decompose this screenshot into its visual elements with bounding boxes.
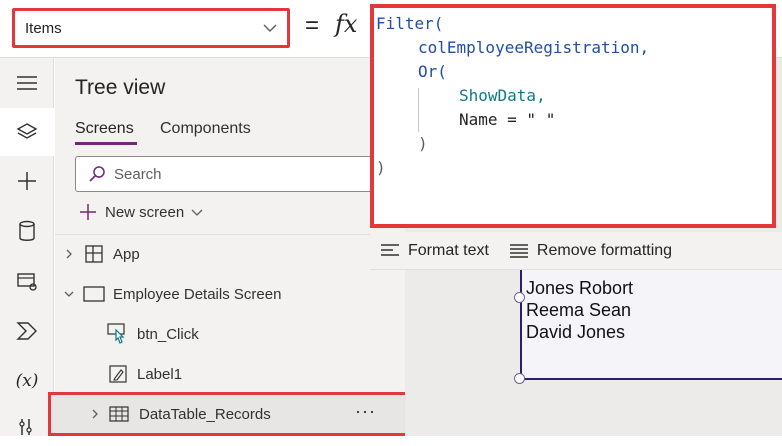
tree-item-label: DataTable_Records (139, 405, 271, 423)
property-dropdown[interactable]: Items (12, 8, 290, 48)
button-control-icon (107, 323, 129, 345)
formula-editor[interactable]: Filter( colEmployeeRegistration, Or( Sho… (370, 4, 776, 228)
active-tab-indicator (75, 142, 137, 145)
tree-item-btn-click[interactable]: btn_Click (55, 315, 405, 353)
data-database-icon[interactable] (8, 212, 46, 250)
app-icon (83, 243, 105, 265)
advanced-tools-icon[interactable] (8, 408, 46, 446)
tree-item-datatable-records[interactable]: DataTable_Records ··· (48, 392, 412, 436)
record-name: Reema Sean (526, 300, 632, 320)
chevron-down-icon (263, 24, 277, 32)
code-line: ) (376, 158, 386, 177)
tree-item-label: btn_Click (137, 325, 199, 343)
tree-view-pane: Tree view Screens Components Search New … (55, 58, 405, 436)
tree-item-label1[interactable]: Label1 (55, 355, 405, 393)
format-text-icon (381, 243, 399, 256)
left-icon-rail: (x) (0, 58, 54, 436)
tree-item-label: App (113, 245, 140, 263)
chevron-down-icon (191, 209, 203, 216)
label-control-icon (107, 363, 129, 385)
tab-screens[interactable]: Screens (75, 120, 134, 138)
record-name: Jones Robort (526, 278, 634, 298)
equals-sign: = (305, 12, 320, 39)
code-line: ) (418, 134, 428, 153)
code-line: Name = " " (459, 110, 556, 129)
data-table-icon (109, 404, 131, 424)
tree-item-employee-details-screen[interactable]: Employee Details Screen (55, 275, 405, 313)
hamburger-menu-icon[interactable] (8, 64, 46, 102)
indent-guide (418, 88, 419, 132)
chevron-right-icon[interactable] (63, 248, 75, 260)
chevron-right-icon[interactable] (89, 408, 101, 420)
tab-components[interactable]: Components (160, 120, 251, 138)
insert-plus-icon[interactable] (8, 162, 46, 200)
new-screen-label: New screen (105, 203, 185, 221)
code-line: ShowData, (459, 86, 546, 105)
code-line: Or( (418, 62, 447, 81)
format-toolbar: Format text Remove formatting (370, 232, 782, 270)
record-name: David Jones (526, 322, 626, 342)
remove-formatting-icon (509, 243, 528, 258)
remove-formatting-label: Remove formatting (536, 241, 673, 259)
format-text-button[interactable]: Format text (380, 242, 489, 260)
power-automate-icon[interactable] (8, 312, 46, 350)
screen-icon (83, 283, 105, 305)
more-options-icon[interactable]: ··· (355, 401, 376, 422)
tree-view-layers-icon[interactable] (0, 108, 54, 156)
search-input[interactable]: Search (75, 156, 405, 192)
resize-handle[interactable] (514, 292, 525, 303)
chevron-down-icon[interactable] (63, 288, 75, 300)
tree-item-label: Employee Details Screen (113, 285, 282, 303)
tree-view-title: Tree view (75, 76, 166, 99)
plus-icon (80, 204, 96, 220)
fx-icon[interactable]: fx (335, 10, 357, 38)
tree-item-app[interactable]: App (55, 235, 405, 273)
search-icon (89, 166, 105, 182)
search-placeholder: Search (114, 165, 162, 183)
code-line: colEmployeeRegistration, (418, 38, 650, 57)
property-dropdown-value: Items (25, 19, 62, 37)
code-line: Filter( (376, 14, 444, 33)
remove-formatting-button[interactable]: Remove formatting (509, 242, 672, 260)
format-text-label: Format text (408, 241, 489, 259)
resize-handle[interactable] (514, 373, 525, 384)
variables-icon[interactable]: (x) (8, 362, 46, 400)
media-icon[interactable] (8, 262, 46, 300)
tree-item-label: Label1 (137, 365, 183, 383)
new-screen-button[interactable]: New screen (79, 203, 204, 221)
